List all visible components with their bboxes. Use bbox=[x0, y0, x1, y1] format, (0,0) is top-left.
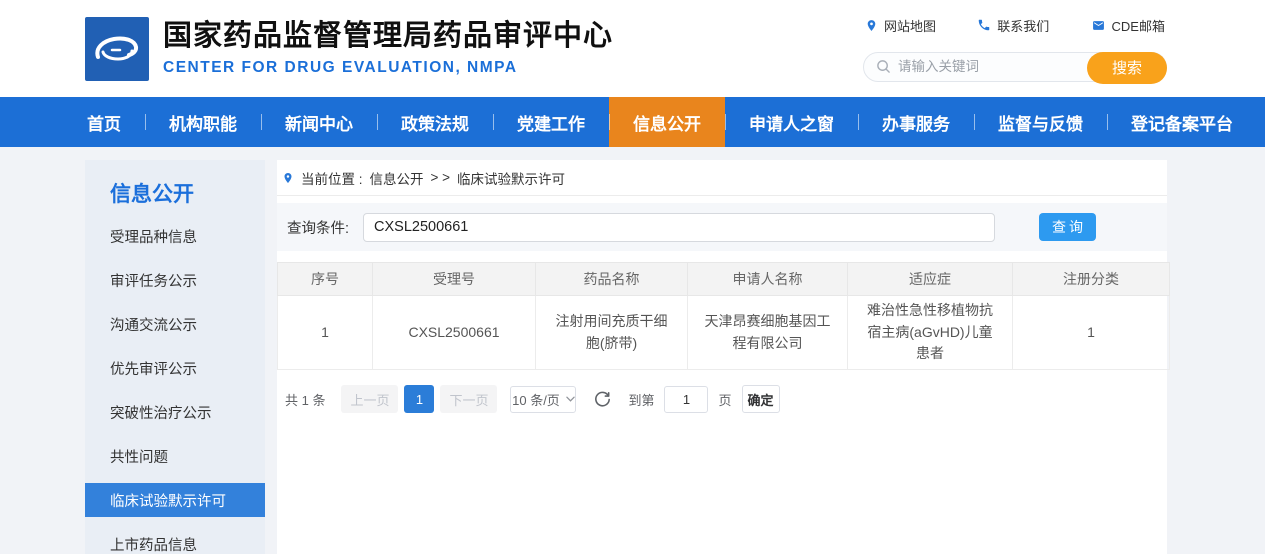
cell-seq: 1 bbox=[278, 296, 373, 370]
nav-item-home[interactable]: 首页 bbox=[85, 97, 145, 147]
envelope-icon bbox=[1091, 19, 1106, 32]
col-header-applicant: 申请人名称 bbox=[688, 263, 848, 296]
cde-mail-link-label: CDE邮箱 bbox=[1112, 16, 1165, 35]
brand: 国家药品监督管理局药品审评中心 CENTER FOR DRUG EVALUATI… bbox=[85, 17, 613, 81]
sitemap-link-label: 网站地图 bbox=[884, 16, 936, 35]
goto-page-input[interactable] bbox=[664, 386, 708, 413]
breadcrumb-prefix: 当前位置 : bbox=[301, 168, 363, 188]
sidebar-item-accepted-varieties[interactable]: 受理品种信息 bbox=[85, 214, 265, 258]
sitemap-link[interactable]: 网站地图 bbox=[865, 16, 936, 35]
cell-indication: 难治性急性移植物抗宿主病(aGvHD)儿童患者 bbox=[848, 296, 1013, 370]
nav-item-applicant-window[interactable]: 申请人之窗 bbox=[725, 97, 858, 147]
location-pin-icon bbox=[865, 18, 878, 33]
cell-acceptance-no: CXSL2500661 bbox=[373, 296, 536, 370]
breadcrumb-separator: > > bbox=[431, 170, 451, 185]
sidebar-item-priority-review[interactable]: 优先审评公示 bbox=[85, 346, 265, 390]
breadcrumb-current: 临床试验默示许可 bbox=[457, 168, 565, 188]
sidebar-title: 信息公开 bbox=[85, 178, 265, 206]
col-header-indication: 适应症 bbox=[848, 263, 1013, 296]
sidebar-item-communication[interactable]: 沟通交流公示 bbox=[85, 302, 265, 346]
site-search-bar: 搜索 bbox=[863, 52, 1167, 82]
query-input[interactable] bbox=[363, 213, 995, 242]
sidebar-item-common-issues[interactable]: 共性问题 bbox=[85, 434, 265, 478]
cde-logo-icon bbox=[85, 17, 149, 81]
query-bar: 查询条件: 查询 bbox=[277, 203, 1167, 251]
nav-item-info-disclosure[interactable]: 信息公开 bbox=[609, 97, 725, 147]
results-table-wrap: 序号 受理号 药品名称 申请人名称 适应症 注册分类 1 CXSL2500661… bbox=[277, 262, 1167, 370]
results-table: 序号 受理号 药品名称 申请人名称 适应症 注册分类 1 CXSL2500661… bbox=[277, 262, 1170, 370]
phone-icon bbox=[977, 18, 991, 32]
goto-page-prefix: 到第 bbox=[628, 390, 654, 409]
main-panel: 当前位置 : 信息公开 > > 临床试验默示许可 查询条件: 查询 序号 受理号 bbox=[277, 160, 1167, 554]
site-search-button[interactable]: 搜索 bbox=[1087, 52, 1167, 84]
page-size-select[interactable]: 10 条/页 bbox=[510, 386, 576, 413]
page-number-1[interactable]: 1 bbox=[404, 385, 434, 413]
contact-us-link[interactable]: 联系我们 bbox=[977, 16, 1049, 35]
site-title-en: CENTER FOR DRUG EVALUATION, NMPA bbox=[163, 59, 613, 77]
nav-item-functions[interactable]: 机构职能 bbox=[145, 97, 261, 147]
nav-item-policies[interactable]: 政策法规 bbox=[377, 97, 493, 147]
sidebar-item-clinical-trial-implied-license[interactable]: 临床试验默示许可 bbox=[85, 483, 265, 517]
search-icon bbox=[876, 59, 891, 74]
cell-drug-name: 注射用间充质干细胞(脐带) bbox=[536, 296, 688, 370]
table-row: 1 CXSL2500661 注射用间充质干细胞(脐带) 天津昂赛细胞基因工程有限… bbox=[278, 296, 1170, 370]
pagination: 共 1 条 上一页 1 下一页 10 条/页 到第 页 确定 bbox=[277, 385, 1167, 413]
site-search-input[interactable] bbox=[898, 59, 1084, 74]
sidebar-item-marketed-drugs[interactable]: 上市药品信息 bbox=[85, 522, 265, 554]
prev-page-button[interactable]: 上一页 bbox=[341, 385, 398, 413]
sidebar-item-review-tasks[interactable]: 审评任务公示 bbox=[85, 258, 265, 302]
quick-links: 网站地图 联系我们 CDE邮箱 bbox=[863, 16, 1167, 35]
cde-mail-link[interactable]: CDE邮箱 bbox=[1091, 16, 1165, 35]
refresh-icon[interactable] bbox=[594, 391, 611, 408]
query-label: 查询条件: bbox=[287, 217, 349, 238]
nav-item-registration-platform[interactable]: 登记备案平台 bbox=[1107, 97, 1257, 147]
col-header-acceptance-no: 受理号 bbox=[373, 263, 536, 296]
cell-applicant: 天津昂赛细胞基因工程有限公司 bbox=[688, 296, 848, 370]
nav-item-supervision-feedback[interactable]: 监督与反馈 bbox=[974, 97, 1107, 147]
main-nav: 首页 机构职能 新闻中心 政策法规 党建工作 信息公开 申请人之窗 办事服务 监… bbox=[0, 97, 1265, 147]
sidebar-item-breakthrough-therapy[interactable]: 突破性治疗公示 bbox=[85, 390, 265, 434]
table-header-row: 序号 受理号 药品名称 申请人名称 适应症 注册分类 bbox=[278, 263, 1170, 296]
breadcrumb-section-link[interactable]: 信息公开 bbox=[370, 168, 424, 188]
site-title-cn: 国家药品监督管理局药品审评中心 bbox=[163, 20, 613, 53]
location-pin-icon bbox=[282, 171, 294, 185]
contact-us-link-label: 联系我们 bbox=[997, 16, 1049, 35]
breadcrumb: 当前位置 : 信息公开 > > 临床试验默示许可 bbox=[277, 160, 1167, 196]
top-header: 国家药品监督管理局药品审评中心 CENTER FOR DRUG EVALUATI… bbox=[0, 0, 1265, 97]
query-button[interactable]: 查询 bbox=[1039, 213, 1096, 241]
goto-page-suffix: 页 bbox=[718, 390, 731, 409]
col-header-registration-category: 注册分类 bbox=[1013, 263, 1170, 296]
col-header-seq: 序号 bbox=[278, 263, 373, 296]
page-size-value: 10 条/页 bbox=[512, 390, 560, 409]
goto-confirm-button[interactable]: 确定 bbox=[742, 385, 780, 413]
col-header-drug-name: 药品名称 bbox=[536, 263, 688, 296]
pagination-total: 共 1 条 bbox=[285, 390, 325, 409]
next-page-button[interactable]: 下一页 bbox=[440, 385, 497, 413]
nav-item-services[interactable]: 办事服务 bbox=[858, 97, 974, 147]
nav-item-party-building[interactable]: 党建工作 bbox=[493, 97, 609, 147]
chevron-down-icon bbox=[566, 396, 575, 402]
cell-registration-category: 1 bbox=[1013, 296, 1170, 370]
nav-item-news[interactable]: 新闻中心 bbox=[261, 97, 377, 147]
sidebar: 信息公开 受理品种信息 审评任务公示 沟通交流公示 优先审评公示 突破性治疗公示… bbox=[85, 160, 265, 554]
